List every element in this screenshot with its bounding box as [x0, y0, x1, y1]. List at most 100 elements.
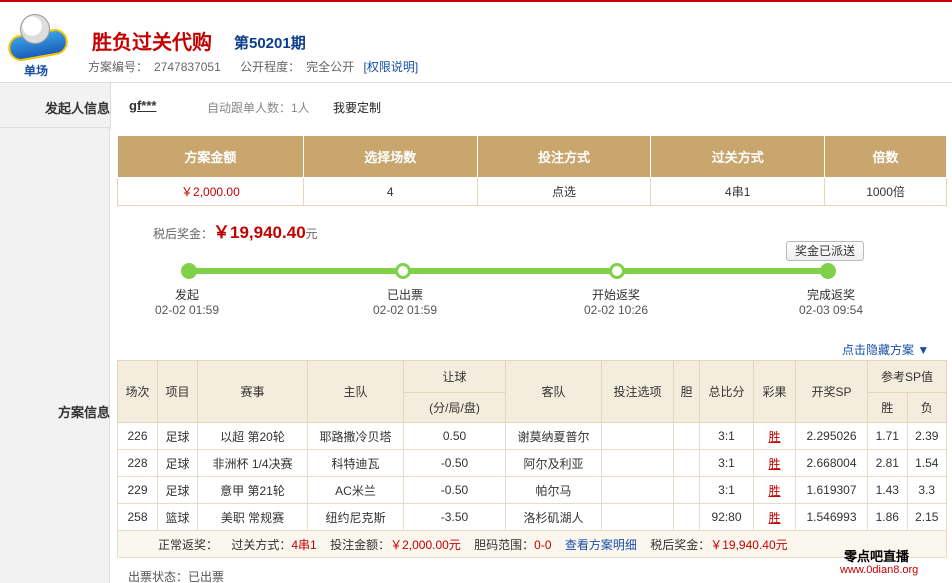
- match-event: 意甲 第21轮: [197, 476, 308, 504]
- col-home: 主队: [307, 360, 404, 423]
- lottery-logo: 单场: [6, 12, 72, 78]
- draw-sp: 2.295026: [795, 422, 868, 450]
- multiplier: 1000倍: [824, 177, 947, 206]
- pass-value: 4串1: [291, 537, 317, 552]
- timeline-label: 已出票: [386, 288, 423, 302]
- match-item: 篮球: [157, 503, 198, 531]
- detail-footer: 正常返奖： 过关方式：4串1 投注金额：￥2,000.00元 胆码范围：0-0 …: [117, 530, 947, 558]
- home-team: 纽约尼克斯: [307, 503, 404, 531]
- total-score: 3:1: [699, 449, 754, 477]
- detail-header-row: 场次 项目 赛事 主队 让球 客队 投注选项 胆 总比分 彩果 开奖SP 参考S…: [117, 360, 947, 423]
- timeline-step-dot: [609, 263, 625, 279]
- handicap: 0.50: [403, 422, 506, 450]
- bet-option: 胜: [601, 503, 674, 531]
- ticket-status: 出票状态：已出票: [128, 570, 225, 583]
- ref-sp-win: 1.71: [867, 422, 908, 450]
- match-detail-table: 场次 项目 赛事 主队 让球 客队 投注选项 胆 总比分 彩果 开奖SP 参考S…: [117, 360, 947, 558]
- match-no: 229: [117, 476, 158, 504]
- watermark: 零点吧直播 www.0dian8.org: [836, 540, 952, 583]
- col-ref-lose: 负: [906, 392, 947, 423]
- match-item: 足球: [157, 476, 198, 504]
- home-team: 科特迪瓦: [307, 449, 404, 477]
- sponsor-user-link[interactable]: gf***: [129, 98, 156, 113]
- total-score: 92:80: [699, 503, 754, 531]
- footer-prize-label: 税后奖金：: [650, 537, 711, 552]
- draw-sp: 1.619307: [795, 476, 868, 504]
- footer-prize-value: ￥19,940.40元: [710, 537, 788, 552]
- dan-range-value: 0-0: [534, 537, 552, 552]
- table-row: 229 足球 意甲 第21轮 AC米兰 -0.50 帕尔马 胜 3:1 胜 1.…: [117, 476, 947, 504]
- dan-mark: [673, 422, 700, 450]
- normal-return-label: 正常返奖：: [158, 537, 219, 552]
- table-row: 228 足球 非洲杯 1/4决赛 科特迪瓦 -0.50 阿尔及利亚 胜 3:1 …: [117, 449, 947, 477]
- bet-option: 胜: [601, 476, 674, 504]
- summary-header: 倍数: [824, 135, 947, 178]
- summary-header: 过关方式: [650, 135, 826, 178]
- match-count: 4: [302, 177, 478, 206]
- football-icon: [20, 14, 50, 44]
- hide-plan-link[interactable]: 点击隐藏方案 ▼: [842, 341, 929, 358]
- summary-header-row: 方案金额 选择场数 投注方式 过关方式 倍数: [117, 135, 947, 178]
- lottery-result[interactable]: 胜: [753, 449, 796, 477]
- col-match-no: 场次: [117, 360, 158, 423]
- sponsor-row: gf*** 自动跟单人数：1人 我要定制: [110, 83, 952, 129]
- plan-meta: 方案编号： 2747837051 公开程度： 完全公开 [权限说明]: [88, 58, 418, 75]
- summary-header: 选择场数: [302, 135, 478, 178]
- lottery-result[interactable]: 胜: [753, 476, 796, 504]
- ref-sp-lose: 2.39: [906, 422, 947, 450]
- total-score: 3:1: [699, 422, 754, 450]
- plan-no: 2747837051: [154, 60, 221, 74]
- issue-number: 第50201期: [234, 35, 306, 52]
- lottery-result[interactable]: 胜: [753, 503, 796, 531]
- handicap: -0.50: [403, 449, 506, 477]
- table-row: 258 篮球 美职 常规赛 纽约尼克斯 -3.50 洛杉矶湖人 胜 92:80 …: [117, 503, 947, 531]
- prize-unit: 元: [305, 227, 318, 241]
- table-row: 226 足球 以超 第20轮 耶路撒冷贝塔 0.50 谢莫纳夏普尔 胜 3:1 …: [117, 422, 947, 450]
- handicap: -3.50: [403, 503, 506, 531]
- prize-label: 税后奖金：: [153, 227, 214, 241]
- permission-link[interactable]: [权限说明]: [363, 60, 418, 74]
- away-team: 谢莫纳夏普尔: [505, 422, 602, 450]
- away-team: 帕尔马: [505, 476, 602, 504]
- bet-option: 胜: [601, 449, 674, 477]
- watermark-title: 零点吧直播: [844, 549, 910, 564]
- match-no: 228: [117, 449, 158, 477]
- col-dan: 胆: [673, 360, 700, 423]
- dan-mark: [673, 449, 700, 477]
- total-label: 投注金额：: [330, 537, 391, 552]
- page-title: 胜负过关代购: [92, 32, 212, 54]
- away-team: 洛杉矶湖人: [505, 503, 602, 531]
- col-event: 赛事: [197, 360, 308, 423]
- total-value: ￥2,000.00元: [390, 537, 461, 552]
- col-handicap-sub: (分/局/盘): [403, 392, 506, 423]
- summary-value-row: ￥2,000.00 4 点选 4串1 1000倍: [117, 177, 947, 206]
- summary-table: 方案金额 选择场数 投注方式 过关方式 倍数 ￥2,000.00 4 点选 4串…: [117, 135, 947, 206]
- handicap: -0.50: [403, 476, 506, 504]
- draw-sp: 2.668004: [795, 449, 868, 477]
- ref-sp-lose: 1.54: [906, 449, 947, 477]
- pass-method: 4串1: [650, 177, 826, 206]
- timeline-label: 发起: [174, 288, 199, 302]
- match-event: 以超 第20轮: [197, 422, 308, 450]
- timeline-time: 02-02 10:26: [583, 303, 649, 317]
- timeline-label: 完成返奖: [806, 288, 855, 302]
- lottery-result[interactable]: 胜: [753, 422, 796, 450]
- draw-sp: 1.546993: [795, 503, 868, 531]
- col-item: 项目: [157, 360, 198, 423]
- dan-range-label: 胆码范围：: [474, 537, 535, 552]
- match-event: 美职 常规赛: [197, 503, 308, 531]
- timeline-label: 开始返奖: [591, 288, 640, 302]
- pass-label: 过关方式：: [231, 537, 292, 552]
- plan-no-label: 方案编号：: [88, 60, 149, 74]
- col-ref-sp: 参考SP值: [867, 360, 947, 393]
- prize-dispatched-button[interactable]: 奖金已派送: [786, 241, 864, 261]
- timeline-time: 02-02 01:59: [154, 303, 220, 317]
- ref-sp-lose: 3.3: [906, 476, 947, 504]
- watermark-url: www.0dian8.org: [840, 564, 919, 576]
- plan-label: 方案信息: [57, 405, 110, 420]
- view-detail-link[interactable]: 查看方案明细: [565, 538, 637, 552]
- custom-link[interactable]: 我要定制: [333, 99, 381, 116]
- ref-sp-win: 2.81: [867, 449, 908, 477]
- plan-section-sidebar: 方案信息: [0, 128, 110, 583]
- timeline-time: 02-03 09:54: [798, 303, 864, 317]
